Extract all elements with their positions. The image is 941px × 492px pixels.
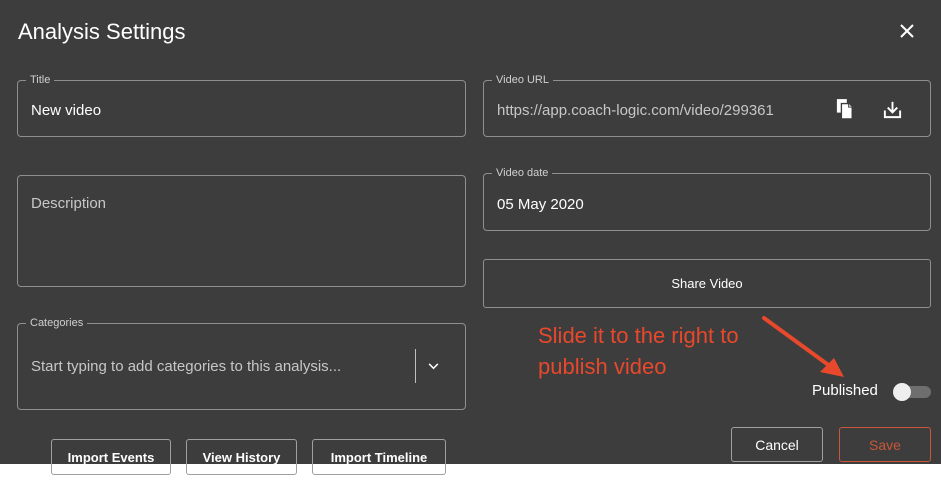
- description-placeholder[interactable]: Description: [31, 195, 106, 212]
- published-toggle-thumb[interactable]: [893, 383, 911, 401]
- published-toggle[interactable]: [893, 383, 931, 401]
- import-events-button[interactable]: Import Events: [51, 439, 171, 475]
- categories-field-label: Categories: [30, 317, 84, 329]
- view-history-button[interactable]: View History: [186, 439, 297, 475]
- analysis-settings-dialog: Analysis Settings Title New video Video …: [0, 0, 941, 475]
- title-field-label: Title: [30, 74, 51, 86]
- description-field[interactable]: [17, 175, 466, 287]
- copy-icon[interactable]: [836, 98, 854, 120]
- cancel-button[interactable]: Cancel: [731, 427, 823, 462]
- video-date-field-label: Video date: [496, 167, 549, 179]
- title-field-value[interactable]: New video: [31, 102, 101, 119]
- arrow-annotation-icon: [762, 316, 844, 377]
- categories-separator: [415, 349, 416, 383]
- save-button[interactable]: Save: [839, 427, 931, 462]
- video-date-field-value[interactable]: 05 May 2020: [497, 196, 584, 213]
- download-icon[interactable]: [882, 99, 903, 120]
- published-label: Published: [812, 382, 878, 399]
- categories-placeholder[interactable]: Start typing to add categories to this a…: [31, 358, 341, 375]
- close-icon[interactable]: [896, 20, 918, 42]
- video-url-field-value[interactable]: https://app.coach-logic.com/video/299361: [497, 102, 774, 119]
- import-timeline-button[interactable]: Import Timeline: [312, 439, 446, 475]
- chevron-down-icon[interactable]: [428, 363, 439, 370]
- share-video-button[interactable]: Share Video: [483, 259, 931, 308]
- video-url-field-label: Video URL: [496, 74, 549, 86]
- publish-hint-annotation: Slide it to the right to publish video: [538, 323, 739, 379]
- dialog-title: Analysis Settings: [18, 19, 186, 44]
